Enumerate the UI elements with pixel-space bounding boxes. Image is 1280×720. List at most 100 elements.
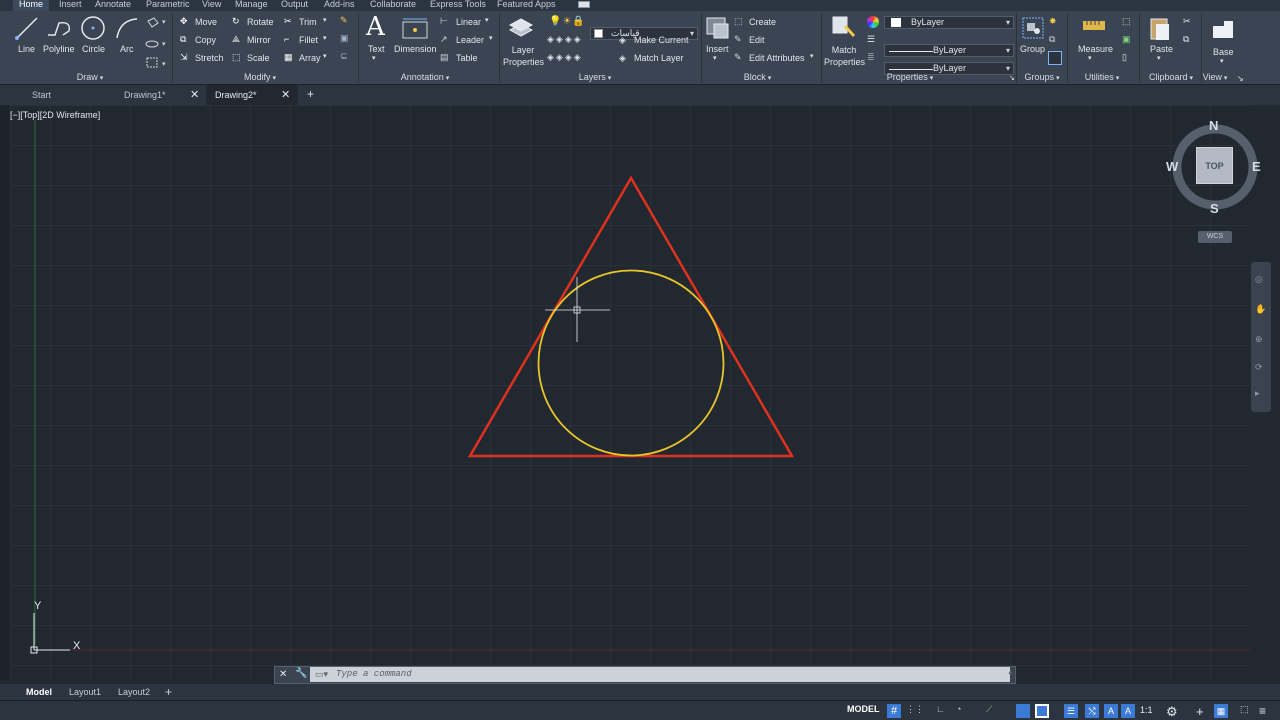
line-button[interactable]: Line	[18, 44, 35, 54]
array-dropdown-icon[interactable]: ▾	[323, 52, 327, 60]
tab-parametric[interactable]: Parametric	[146, 0, 190, 9]
snap-icon[interactable]: ⋮⋮	[906, 704, 924, 718]
paste-button[interactable]: Paste	[1150, 44, 1173, 54]
base-dropdown-icon[interactable]: ▾	[1220, 57, 1224, 65]
leader-button[interactable]: Leader	[456, 35, 484, 45]
lineweight-toggle-icon[interactable]: ☰	[1064, 704, 1078, 718]
move-icon[interactable]: ✥	[180, 16, 188, 27]
edit-block-button[interactable]: Edit	[749, 35, 765, 45]
linear-dropdown-icon[interactable]: ▾	[485, 16, 489, 24]
command-input[interactable]: Type a command	[310, 667, 1010, 682]
trim-dropdown-icon[interactable]: ▾	[323, 16, 327, 24]
color-wheel-icon[interactable]	[867, 16, 879, 28]
pan-icon[interactable]: ✋	[1255, 304, 1266, 315]
utilities-panel-title[interactable]: Utilities	[1077, 72, 1127, 84]
explode-icon[interactable]: ▣	[340, 33, 349, 44]
array-icon[interactable]: ▦	[284, 52, 293, 63]
model-space-button[interactable]: MODEL	[847, 704, 880, 714]
command-expand-icon[interactable]: ▲	[1007, 669, 1014, 676]
edit-block-icon[interactable]: ✎	[734, 34, 742, 45]
layer-tools-row1-icons[interactable]: ◈◈◈◈	[547, 34, 583, 45]
text-dropdown-icon[interactable]: ▾	[372, 54, 376, 62]
otrack-icon[interactable]	[1035, 704, 1049, 718]
showmotion-icon[interactable]: ▸	[1255, 388, 1260, 399]
measure-icon[interactable]	[1081, 19, 1107, 33]
annotation-visibility-icon[interactable]: A	[1104, 704, 1118, 718]
insert-dropdown-icon[interactable]: ▾	[713, 54, 717, 62]
polyline-button[interactable]: Polyline	[43, 44, 75, 54]
group-selection-toggle-icon[interactable]	[1048, 51, 1062, 65]
edit-attributes-button[interactable]: Edit Attributes	[749, 53, 805, 63]
steering-wheel-icon[interactable]: ◎	[1255, 274, 1263, 285]
mirror-button[interactable]: Mirror	[247, 35, 271, 45]
array-button[interactable]: Array	[299, 53, 321, 63]
workspace-switch-icon[interactable]	[578, 1, 590, 8]
properties-panel-title[interactable]: Properties	[880, 72, 940, 84]
create-block-icon[interactable]: ⬚	[734, 16, 743, 27]
ortho-icon[interactable]: ∟	[936, 704, 950, 718]
block-panel-title[interactable]: Block	[735, 72, 780, 84]
insert-button[interactable]: Insert	[706, 44, 729, 54]
compass-east[interactable]: E	[1252, 159, 1261, 174]
close-tab-drawing2-icon[interactable]: ✕	[281, 88, 290, 101]
viewcube-top-face[interactable]: TOP	[1196, 147, 1233, 184]
leader-dropdown-icon[interactable]: ▾	[489, 34, 493, 42]
insert-icon[interactable]	[705, 14, 731, 40]
scale-icon[interactable]: ⬚	[232, 52, 241, 63]
base-view-icon[interactable]	[1210, 18, 1236, 42]
dimension-button[interactable]: Dimension	[394, 44, 437, 54]
tab-collaborate[interactable]: Collaborate	[370, 0, 416, 9]
group-button[interactable]: Group	[1020, 44, 1045, 54]
move-button[interactable]: Move	[195, 17, 217, 27]
match-properties-icon[interactable]	[830, 14, 856, 40]
tab-layout2[interactable]: Layout2	[118, 684, 150, 700]
line-icon[interactable]	[14, 15, 40, 41]
fillet-icon[interactable]: ⌐	[284, 34, 289, 44]
tab-layout1[interactable]: Layout1	[69, 684, 101, 700]
tab-addins[interactable]: Add-ins	[324, 0, 355, 9]
base-button[interactable]: Base	[1213, 47, 1234, 57]
paste-icon[interactable]	[1148, 15, 1172, 43]
compass-west[interactable]: W	[1166, 159, 1178, 174]
close-tab-drawing1-icon[interactable]: ✕	[190, 88, 199, 101]
layer-state-icons[interactable]: 💡☀🔒	[549, 16, 586, 27]
draw-panel-title[interactable]: Draw	[60, 72, 120, 84]
tab-featured-apps[interactable]: Featured Apps	[497, 0, 556, 9]
stretch-icon[interactable]: ⇲	[180, 52, 188, 63]
trim-icon[interactable]: ✂	[284, 16, 292, 27]
grid-icon[interactable]: #	[887, 704, 901, 718]
trim-button[interactable]: Trim	[299, 17, 317, 27]
circle-button[interactable]: Circle	[82, 44, 105, 54]
modify-panel-title[interactable]: Modify	[230, 72, 290, 84]
tab-start[interactable]: Start	[32, 85, 112, 105]
match-properties-button[interactable]: Match Properties	[824, 44, 865, 68]
match-layer-icon[interactable]: ◈	[619, 53, 626, 64]
ribbon-overflow-icon[interactable]: ↘	[1237, 74, 1244, 83]
triangle[interactable]	[467, 175, 795, 458]
fillet-button[interactable]: Fillet	[299, 35, 318, 45]
isodraft-icon[interactable]: ⟋	[986, 704, 1000, 718]
rotate-button[interactable]: Rotate	[247, 17, 274, 27]
table-button[interactable]: Table	[456, 53, 478, 63]
arc-icon[interactable]	[114, 16, 140, 40]
fillet-dropdown-icon[interactable]: ▾	[323, 34, 327, 42]
tab-view[interactable]: View	[202, 0, 221, 9]
layer-properties-icon[interactable]	[507, 14, 535, 40]
leader-icon[interactable]: ↗	[440, 34, 448, 45]
properties-launcher-icon[interactable]: ↘	[1009, 74, 1015, 82]
fullscreen-icon[interactable]: ⬚	[1240, 704, 1254, 718]
copy-clip-icon[interactable]: ⧉	[1183, 34, 1189, 45]
zoom-icon[interactable]: ⊕	[1255, 334, 1263, 345]
linear-button[interactable]: Linear	[456, 17, 481, 27]
tab-home[interactable]: Home	[13, 0, 50, 11]
copy-icon[interactable]: ⧉	[180, 34, 186, 45]
text-button[interactable]: Text	[368, 44, 385, 54]
group-edit-icon[interactable]: ⧉	[1049, 34, 1055, 45]
command-history-icon[interactable]: ▭▾	[315, 669, 328, 680]
tab-express-tools[interactable]: Express Tools	[430, 0, 486, 9]
measure-button[interactable]: Measure	[1078, 44, 1113, 54]
view-panel-title[interactable]: View	[1201, 72, 1229, 84]
tab-output[interactable]: Output	[281, 0, 308, 9]
compass-north[interactable]: N	[1209, 118, 1218, 133]
edit-attributes-icon[interactable]: ✎	[734, 52, 742, 63]
